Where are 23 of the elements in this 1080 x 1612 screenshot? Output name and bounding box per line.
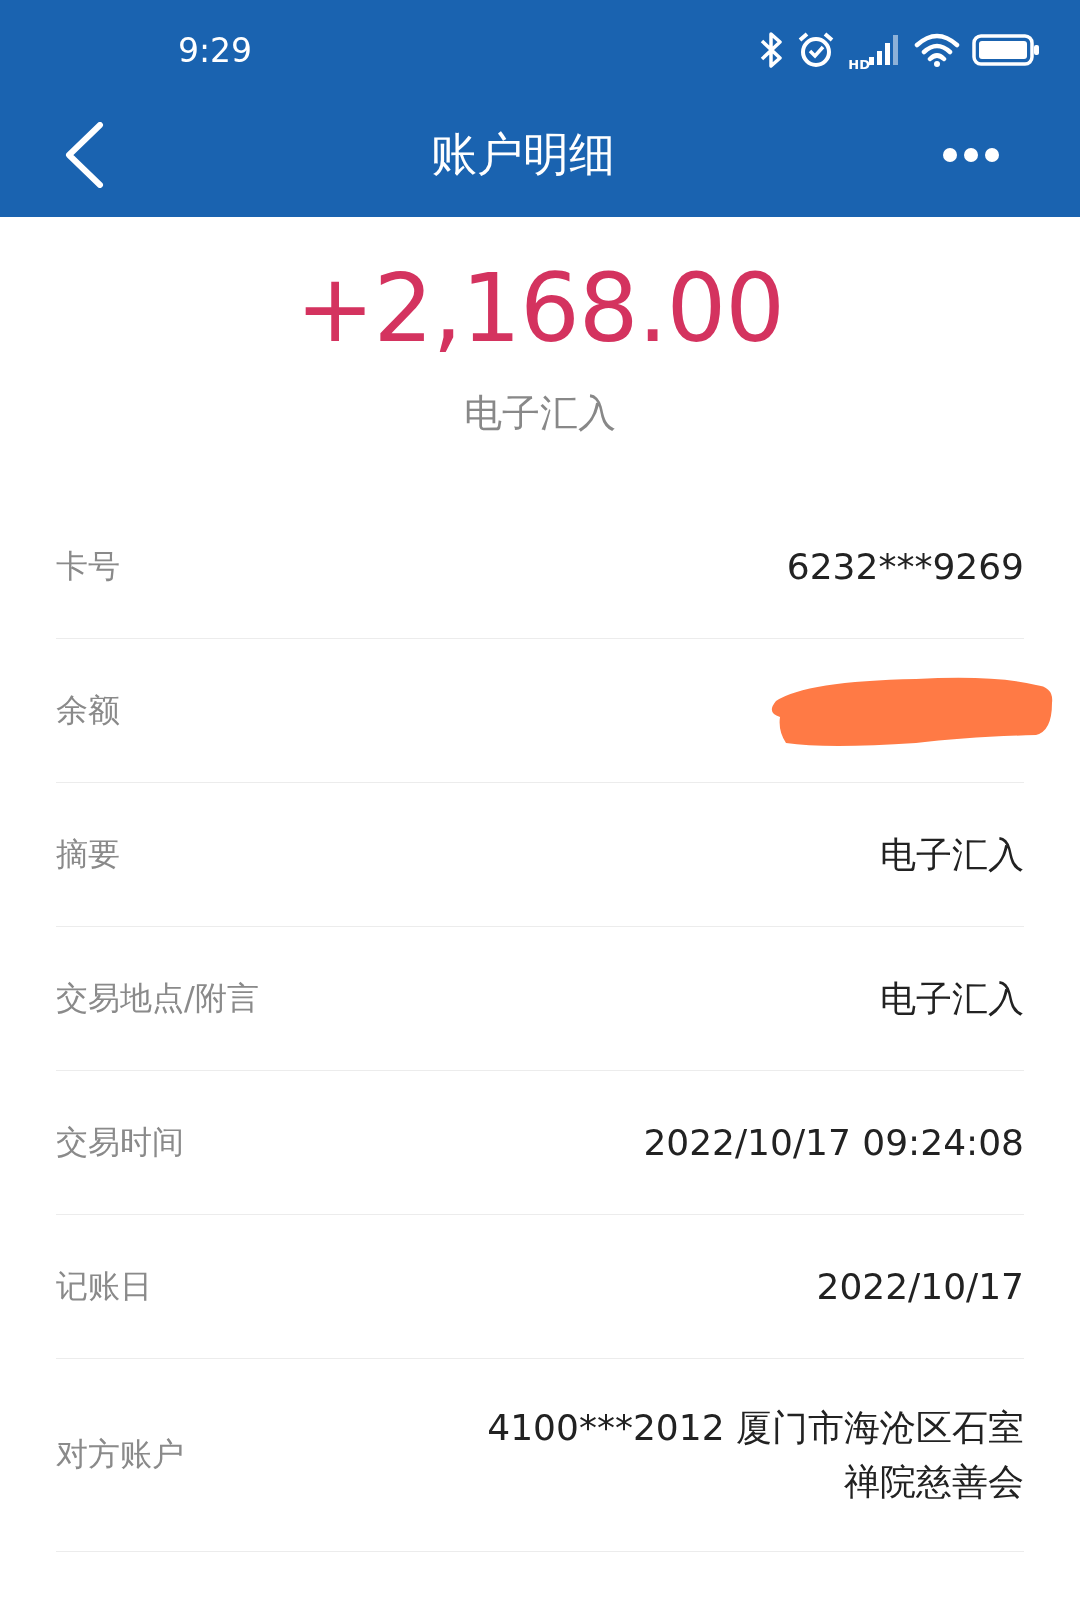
transaction-amount: +2,168.00	[294, 257, 786, 361]
back-icon[interactable]	[64, 121, 104, 188]
detail-label: 对方账户	[56, 1434, 184, 1476]
more-icon[interactable]	[942, 146, 1000, 163]
detail-value: 4100***2012 厦门市海沧区石室禅院慈善会	[486, 1406, 1024, 1505]
battery-icon	[972, 34, 1040, 66]
status-time: 9:29	[178, 30, 253, 70]
detail-label: 记账日	[56, 1265, 152, 1307]
bluetooth-icon	[758, 31, 785, 69]
transaction-type: 电子汇入	[463, 390, 617, 438]
detail-value: 2022/10/17	[816, 1264, 1024, 1309]
detail-value: 电子汇入	[880, 976, 1024, 1021]
detail-value: 6232***9269	[786, 544, 1024, 589]
detail-value: 2022/10/17 09:24:08	[643, 1120, 1024, 1165]
wifi-icon	[914, 33, 960, 67]
page-title: 账户明细	[431, 125, 615, 183]
network-label: HD	[848, 56, 870, 72]
detail-label: 交易地点/附言	[56, 977, 259, 1019]
detail-label: 交易时间	[56, 1121, 184, 1163]
detail-value: 电子汇入	[880, 832, 1024, 877]
detail-label: 卡号	[56, 545, 120, 587]
detail-label: 摘要	[56, 833, 120, 875]
detail-label: 余额	[56, 689, 120, 731]
